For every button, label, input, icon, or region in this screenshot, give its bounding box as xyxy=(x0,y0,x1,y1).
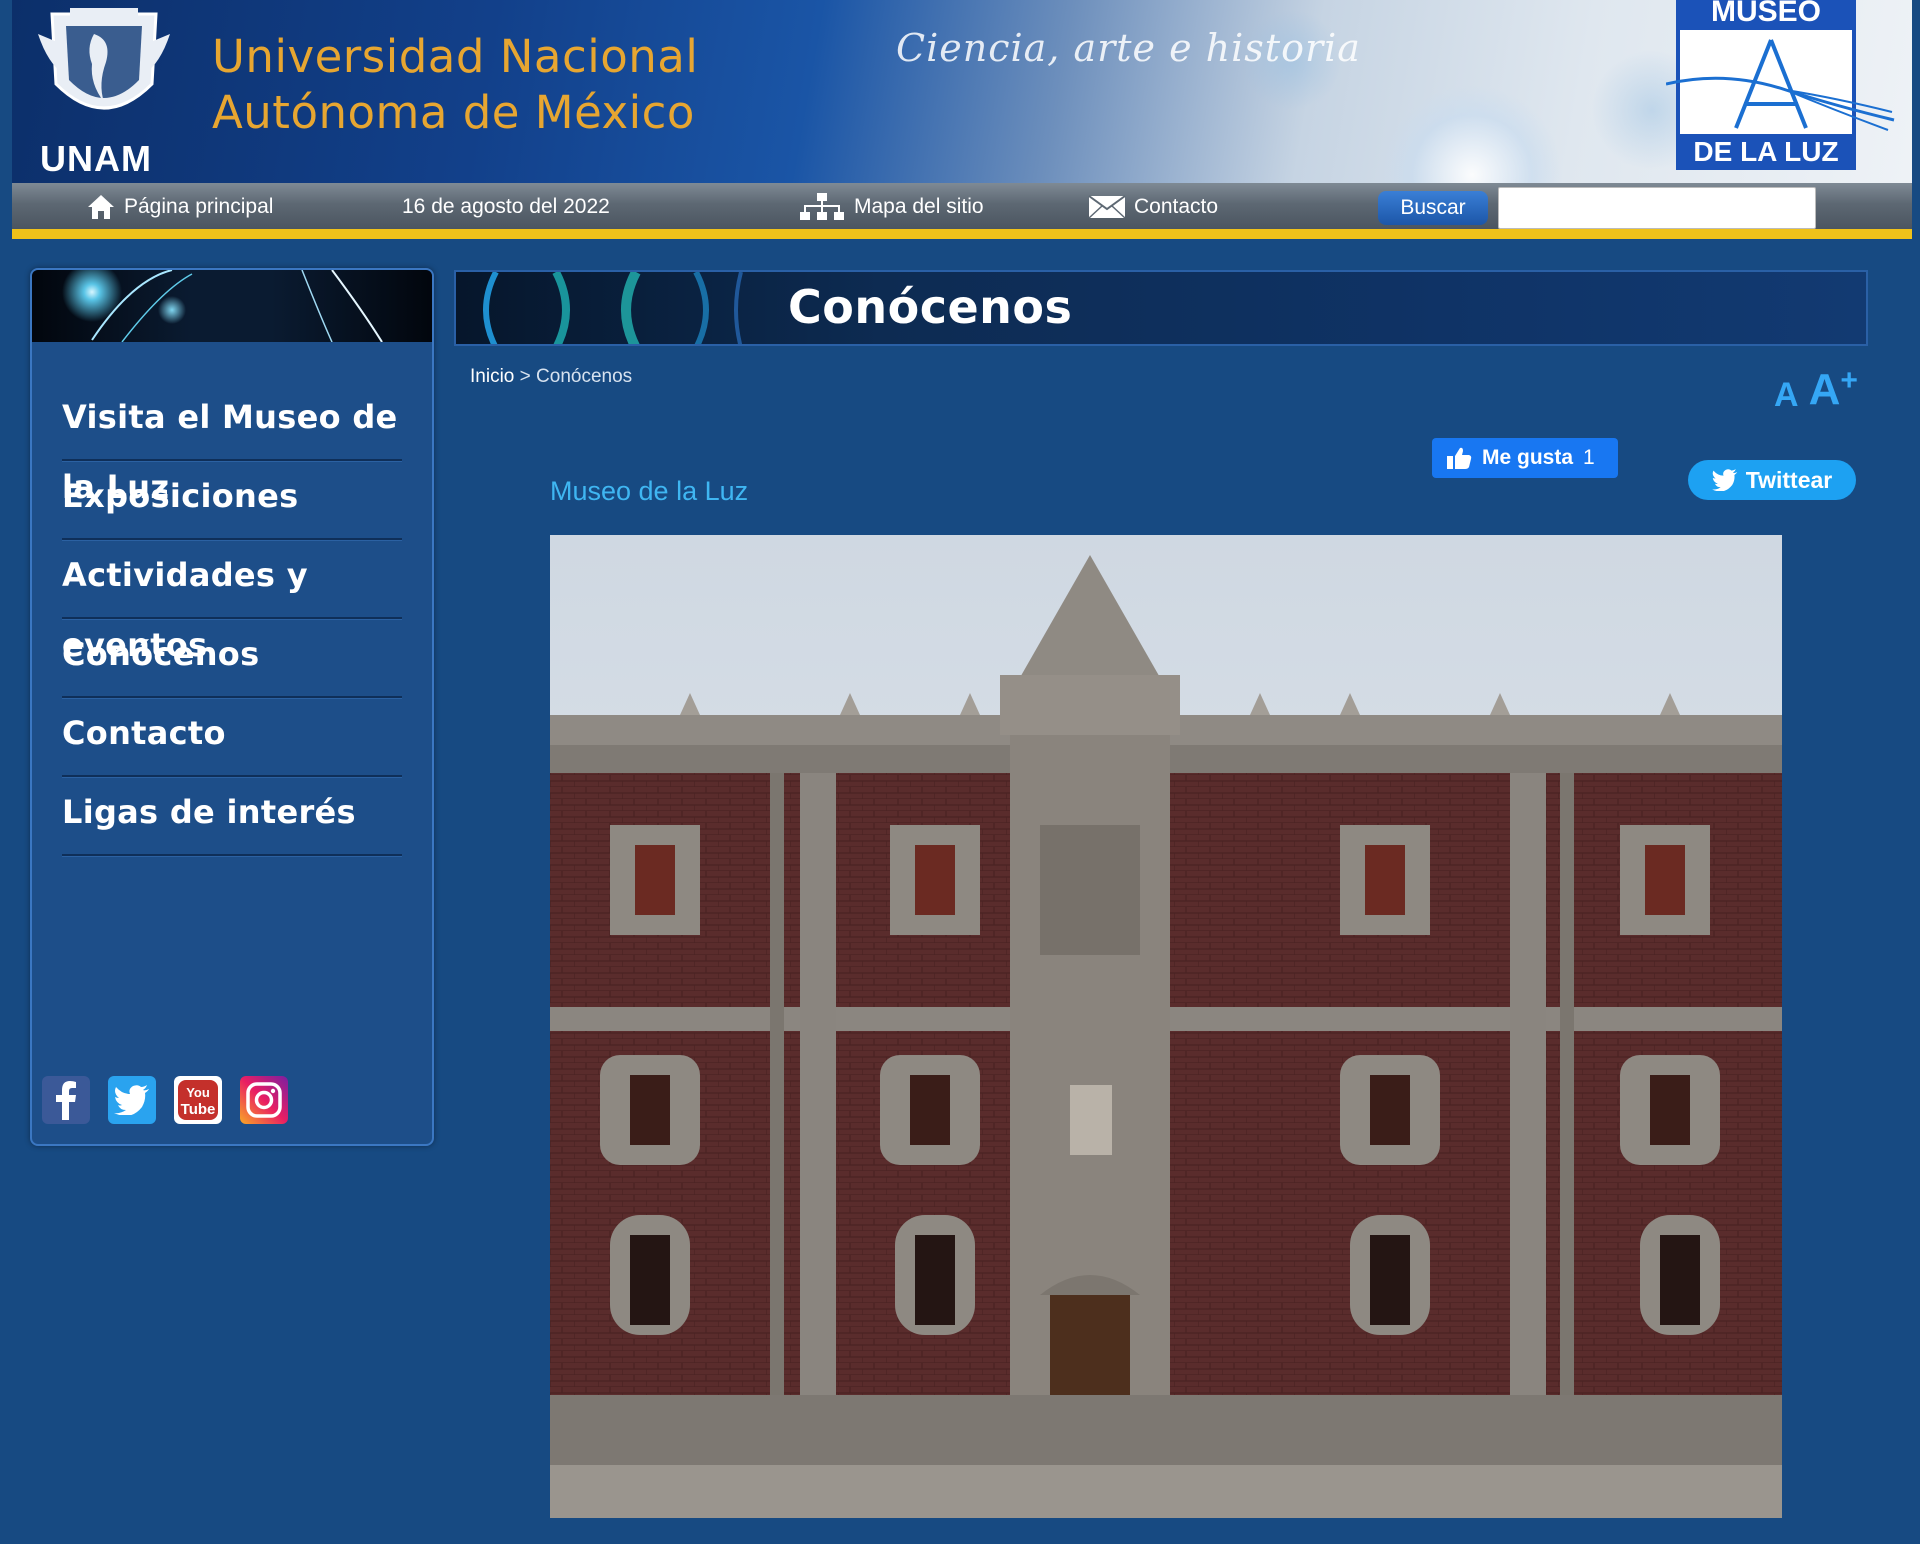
university-name-line2: Autónoma de México xyxy=(212,86,695,139)
facebook-like-count: 1 xyxy=(1583,446,1595,469)
section-title: Conócenos xyxy=(788,280,1073,334)
museo-de-la-luz-logo[interactable]: MUSEO DE LA LUZ xyxy=(1666,0,1896,172)
content-heading: Museo de la Luz xyxy=(550,476,749,506)
home-icon xyxy=(88,195,114,219)
sidebar-item-ligas[interactable]: Ligas de interés xyxy=(62,777,402,856)
breadcrumb-separator: > xyxy=(519,366,531,387)
nav-home-label: Página principal xyxy=(124,195,274,218)
unam-shield-logo[interactable] xyxy=(34,4,174,132)
facebook-like-label: Me gusta xyxy=(1482,446,1574,469)
breadcrumb-home-link[interactable]: Inicio xyxy=(470,366,514,387)
museo-logo-bottom-text: DE LA LUZ xyxy=(1676,134,1856,170)
font-increase-button[interactable]: A+ xyxy=(1809,364,1858,415)
twitter-share-button[interactable]: Twittear xyxy=(1688,460,1856,500)
instagram-icon[interactable] xyxy=(240,1076,288,1124)
breadcrumb-current: Conócenos xyxy=(536,366,633,387)
sidebar-item-exposiciones[interactable]: Exposiciones xyxy=(62,461,402,540)
nav-sitemap-link[interactable]: Mapa del sitio xyxy=(798,193,984,221)
sidebar-item-conocenos[interactable]: Conócenos xyxy=(62,619,402,698)
current-date: 16 de agosto del 2022 xyxy=(402,195,610,218)
nav-contact-link[interactable]: Contacto xyxy=(1088,193,1218,221)
sidebar-banner-arcs xyxy=(91,270,383,343)
sidebar-item-visita[interactable]: Visita el Museo de la Luz xyxy=(62,382,402,506)
site-header: UNAM Universidad Nacional Autónoma de Mé… xyxy=(12,0,1912,183)
museum-facade-photo xyxy=(550,535,1782,1518)
sidebar-item-contacto[interactable]: Contacto xyxy=(62,698,402,777)
nav-sitemap-label: Mapa del sitio xyxy=(854,195,984,218)
museum-facade-illustration xyxy=(550,535,1782,1518)
youtube-icon[interactable]: You Tube xyxy=(174,1076,222,1124)
social-links: You Tube xyxy=(42,1076,288,1124)
search-input[interactable] xyxy=(1498,187,1816,229)
envelope-icon xyxy=(1088,195,1126,219)
search-button[interactable]: Buscar xyxy=(1378,191,1488,225)
section-banner: Conócenos xyxy=(454,270,1868,346)
font-decrease-button[interactable]: A xyxy=(1774,376,1799,415)
sidebar: Visita el Museo de la Luz Exposiciones A… xyxy=(30,268,434,1146)
header-tagline: Ciencia, arte e historia xyxy=(896,26,1361,70)
unam-label: UNAM xyxy=(40,138,152,179)
nav-home-link[interactable]: Página principal xyxy=(86,193,273,221)
sitemap-icon xyxy=(800,193,844,220)
banner-arcs-decoration xyxy=(483,272,743,344)
sidebar-menu: Visita el Museo de la Luz Exposiciones A… xyxy=(62,382,402,856)
font-increase-letter: A xyxy=(1808,365,1841,414)
svg-text:You: You xyxy=(186,1085,210,1100)
font-increase-plus: + xyxy=(1840,364,1858,397)
twitter-share-label: Twittear xyxy=(1745,466,1833,493)
twitter-bird-icon xyxy=(1711,469,1738,491)
top-navigation-bar: Página principal 16 de agosto del 2022 M… xyxy=(12,183,1912,239)
page: UNAM Universidad Nacional Autónoma de Mé… xyxy=(0,0,1920,1544)
font-size-controls: A A+ xyxy=(1774,364,1858,415)
museo-logo-mark-icon xyxy=(1666,39,1895,131)
twitter-icon[interactable] xyxy=(108,1076,156,1124)
facebook-like-button[interactable]: Me gusta 1 xyxy=(1432,438,1618,478)
university-name-line1: Universidad Nacional xyxy=(212,30,699,83)
sidebar-banner-image xyxy=(32,270,432,343)
thumbs-up-icon xyxy=(1447,447,1472,469)
nav-contact-label: Contacto xyxy=(1134,195,1219,218)
sidebar-item-actividades[interactable]: Actividades y eventos xyxy=(62,540,402,664)
breadcrumb: Inicio > Conócenos xyxy=(470,366,632,388)
svg-text:Tube: Tube xyxy=(181,1101,216,1118)
facebook-icon[interactable] xyxy=(42,1076,90,1124)
